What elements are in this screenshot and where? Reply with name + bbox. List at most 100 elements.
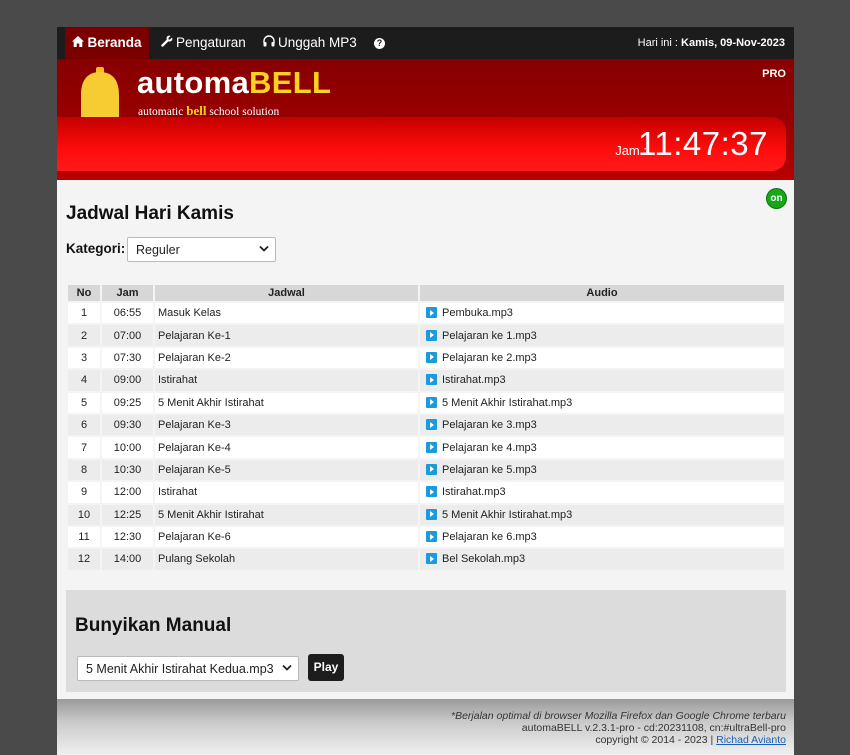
- cell-jadwal: Istirahat: [155, 482, 418, 503]
- home-icon: [72, 27, 85, 59]
- chevron-down-icon: [259, 238, 269, 262]
- footer-version: automaBELL v.2.3.1-pro - cd:20231108, cn…: [521, 722, 786, 734]
- manual-panel: Bunyikan Manual 5 Menit Akhir Istirahat …: [66, 590, 786, 692]
- copyright-text: copyright © 2014 - 2023 |: [595, 734, 717, 746]
- page: Beranda Pengaturan Unggah MP3 ? Hari ini…: [57, 27, 794, 755]
- table-row: 9 12:00 Istirahat Istirahat.mp3: [68, 482, 784, 503]
- table-row: 8 10:30 Pelajaran Ke-5 Pelajaran ke 5.mp3: [68, 459, 784, 481]
- manual-audio-value: 5 Menit Akhir Istirahat Kedua.mp3: [86, 662, 274, 676]
- cell-audio: Pelajaran ke 1.mp3: [420, 325, 784, 346]
- table-row: 6 09:30 Pelajaran Ke-3 Pelajaran ke 3.mp3: [68, 414, 784, 436]
- table-row: 7 10:00 Pelajaran Ke-4 Pelajaran ke 4.mp3: [68, 437, 784, 458]
- nav-item-beranda[interactable]: Beranda: [65, 27, 149, 59]
- table-row: 3 07:30 Pelajaran Ke-2 Pelajaran ke 2.mp3: [68, 347, 784, 369]
- play-audio-icon[interactable]: [426, 307, 437, 319]
- play-audio-icon[interactable]: [426, 374, 437, 386]
- cell-audio: Istirahat.mp3: [420, 370, 784, 391]
- author-link[interactable]: Richad Avianto: [716, 734, 786, 746]
- cell-no: 7: [68, 437, 100, 458]
- play-audio-icon[interactable]: [426, 463, 437, 475]
- cell-audio: Pelajaran ke 3.mp3: [420, 414, 784, 436]
- audio-filename: Pelajaran ke 3.mp3: [442, 419, 537, 432]
- nav-item-help[interactable]: ?: [374, 27, 385, 59]
- nav-item-unggah-mp3[interactable]: Unggah MP3: [263, 27, 357, 59]
- manual-audio-select[interactable]: 5 Menit Akhir Istirahat Kedua.mp3: [77, 656, 299, 681]
- audio-filename: Istirahat.mp3: [442, 374, 506, 387]
- cell-no: 8: [68, 459, 100, 481]
- cell-no: 5: [68, 392, 100, 413]
- footer-note: *Berjalan optimal di browser Mozilla Fir…: [451, 710, 786, 722]
- cell-audio: Bel Sekolah.mp3: [420, 549, 784, 570]
- table-header-row: No Jam Jadwal Audio: [68, 285, 784, 301]
- category-label: Kategori:: [66, 241, 126, 256]
- cell-no: 9: [68, 482, 100, 503]
- audio-filename: Istirahat.mp3: [442, 486, 506, 499]
- tagline-bold: bell: [186, 103, 207, 118]
- app-header: automaBELL automatic bell school solutio…: [57, 59, 794, 180]
- chevron-down-icon: [282, 657, 292, 681]
- cell-jam: 09:00: [102, 370, 153, 391]
- cell-jadwal: Pelajaran Ke-1: [155, 325, 418, 346]
- play-audio-icon[interactable]: [426, 508, 437, 520]
- cell-no: 2: [68, 325, 100, 346]
- cell-no: 1: [68, 303, 100, 324]
- cell-audio: Istirahat.mp3: [420, 482, 784, 503]
- play-audio-icon[interactable]: [426, 441, 437, 453]
- play-audio-icon[interactable]: [426, 531, 437, 543]
- cell-no: 10: [68, 504, 100, 525]
- audio-filename: 5 Menit Akhir Istirahat.mp3: [442, 396, 573, 409]
- column-header-no: No: [68, 285, 100, 301]
- cell-jadwal: Pelajaran Ke-5: [155, 459, 418, 481]
- cell-jam: 10:00: [102, 437, 153, 458]
- cell-no: 3: [68, 347, 100, 369]
- audio-filename: Pelajaran ke 5.mp3: [442, 463, 537, 476]
- cell-jadwal: Pelajaran Ke-4: [155, 437, 418, 458]
- category-select[interactable]: Reguler: [127, 237, 276, 262]
- cell-jadwal: Pelajaran Ke-6: [155, 526, 418, 548]
- manual-title: Bunyikan Manual: [75, 615, 232, 636]
- cell-jam: 07:30: [102, 347, 153, 369]
- cell-jam: 12:00: [102, 482, 153, 503]
- play-button[interactable]: Play: [308, 654, 344, 681]
- help-icon: ?: [374, 37, 385, 49]
- audio-filename: Pembuka.mp3: [442, 307, 513, 320]
- play-audio-icon[interactable]: [426, 419, 437, 431]
- cell-jam: 06:55: [102, 303, 153, 324]
- cell-no: 11: [68, 526, 100, 548]
- table-row: 2 07:00 Pelajaran Ke-1 Pelajaran ke 1.mp3: [68, 325, 784, 346]
- cell-audio: Pembuka.mp3: [420, 303, 784, 324]
- brand-part1: automa: [137, 65, 250, 100]
- play-audio-icon[interactable]: [426, 329, 437, 341]
- play-audio-icon[interactable]: [426, 396, 437, 408]
- table-row: 5 09:25 5 Menit Akhir Istirahat 5 Menit Akh…: [68, 392, 784, 413]
- top-navbar: Beranda Pengaturan Unggah MP3 ? Hari ini…: [57, 27, 794, 59]
- edition-badge: PRO: [762, 68, 786, 80]
- cell-no: 12: [68, 549, 100, 570]
- column-header-jam: Jam: [102, 285, 153, 301]
- column-header-jadwal: Jadwal: [155, 285, 418, 301]
- audio-filename: 5 Menit Akhir Istirahat.mp3: [442, 508, 573, 521]
- clock-time: 11:47:37: [637, 125, 768, 162]
- nav-label-pengaturan: Pengaturan: [176, 35, 246, 50]
- clock-bar: Jam : 11:47:37: [57, 117, 786, 171]
- audio-filename: Pelajaran ke 2.mp3: [442, 351, 537, 364]
- nav-item-pengaturan[interactable]: Pengaturan: [161, 27, 246, 59]
- cell-jam: 10:30: [102, 459, 153, 481]
- brand-part2: BELL: [249, 65, 332, 100]
- play-audio-icon[interactable]: [426, 351, 437, 363]
- play-audio-icon[interactable]: [426, 486, 437, 498]
- table-row: 11 12:30 Pelajaran Ke-6 Pelajaran ke 6.mp3: [68, 526, 784, 548]
- date-value: Kamis, 09-Nov-2023: [681, 37, 785, 49]
- footer: *Berjalan optimal di browser Mozilla Fir…: [57, 699, 794, 755]
- play-audio-icon[interactable]: [426, 553, 437, 565]
- cell-jadwal: Pulang Sekolah: [155, 549, 418, 570]
- cell-jam: 12:25: [102, 504, 153, 525]
- today-date: Hari ini : Kamis, 09-Nov-2023: [638, 27, 785, 59]
- cell-jam: 07:00: [102, 325, 153, 346]
- status-toggle[interactable]: on: [767, 189, 786, 208]
- audio-filename: Pelajaran ke 1.mp3: [442, 329, 537, 342]
- nav-label-unggah-mp3: Unggah MP3: [278, 35, 357, 50]
- audio-filename: Pelajaran ke 6.mp3: [442, 531, 537, 544]
- cell-audio: Pelajaran ke 6.mp3: [420, 526, 784, 548]
- wrench-icon: [161, 27, 173, 59]
